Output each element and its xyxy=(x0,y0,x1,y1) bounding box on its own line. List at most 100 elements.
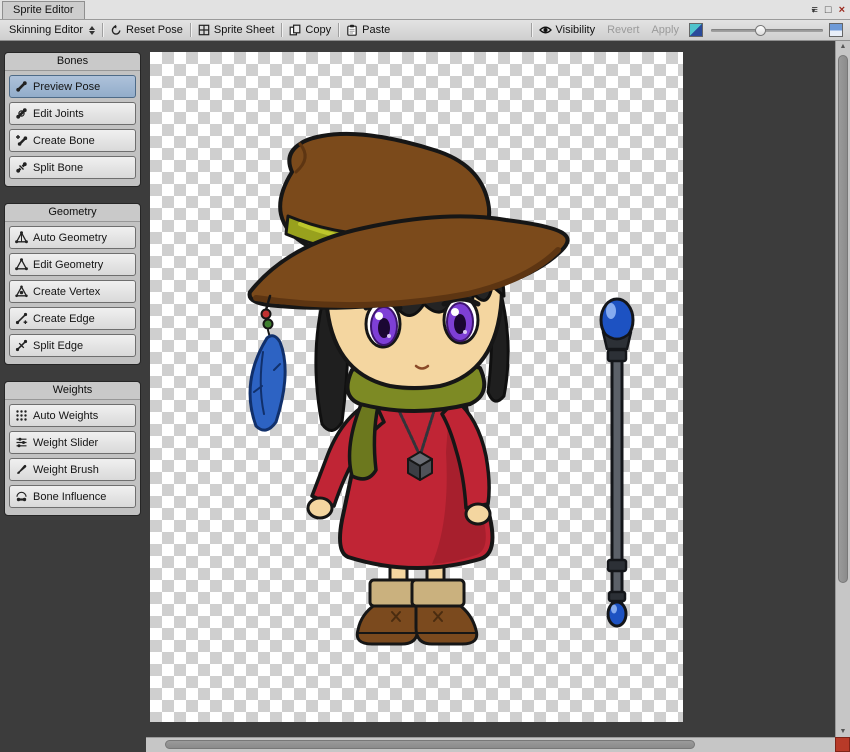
visibility-toggle[interactable]: Visibility xyxy=(533,20,602,40)
character-sprite xyxy=(247,131,635,646)
split-bone-icon xyxy=(15,161,28,174)
toolbar-separator xyxy=(189,23,191,37)
visibility-label: Visibility xyxy=(555,24,596,36)
paste-label: Paste xyxy=(362,24,391,36)
tool-label: Bone Influence xyxy=(33,490,107,503)
sprite-canvas[interactable] xyxy=(150,52,683,722)
dropdown-label: Skinning Editor xyxy=(9,24,83,36)
tool-label: Edit Geometry xyxy=(33,258,104,271)
paste-button[interactable]: Paste xyxy=(340,20,396,40)
weight-slider-icon xyxy=(15,436,28,449)
titlebar: Sprite Editor ▾≡ □ × xyxy=(0,0,850,20)
horizontal-scrollbar[interactable] xyxy=(146,737,835,752)
tool-label: Auto Geometry xyxy=(33,231,107,244)
tool-label: Auto Weights xyxy=(33,409,99,422)
eye-icon xyxy=(538,25,552,35)
channel-swatch[interactable] xyxy=(829,23,843,37)
tool-label: Weight Brush xyxy=(33,463,99,476)
preview-pose-button[interactable]: Preview Pose xyxy=(9,75,136,98)
sprite-sheet-icon xyxy=(198,24,210,36)
character-graphic xyxy=(247,131,570,646)
toolbar-separator xyxy=(102,23,103,37)
edit-geometry-button[interactable]: Edit Geometry xyxy=(9,253,136,276)
preview-pose-icon xyxy=(15,80,28,93)
vertical-scrollbar-thumb[interactable] xyxy=(838,55,848,583)
edit-joints-icon xyxy=(15,107,28,120)
apply-label: Apply xyxy=(651,24,679,36)
skinning-tool-sidebar: Bones Preview Pose Edit Joints Create Bo… xyxy=(0,41,146,737)
toolbar: Skinning Editor Reset Pose Sprite Sheet … xyxy=(0,20,850,41)
pane-menu-icon[interactable]: ▾≡ xyxy=(811,4,817,16)
toolbar-separator xyxy=(338,23,340,37)
bone-influence-icon xyxy=(15,490,28,503)
paste-icon xyxy=(346,24,358,36)
split-edge-button[interactable]: Split Edge xyxy=(9,334,136,357)
revert-label: Revert xyxy=(607,24,640,36)
feather-charm-graphic xyxy=(248,294,287,432)
weight-brush-icon xyxy=(15,463,28,476)
weight-brush-button[interactable]: Weight Brush xyxy=(9,458,136,481)
tool-label: Weight Slider xyxy=(33,436,99,449)
edit-joints-button[interactable]: Edit Joints xyxy=(9,102,136,125)
apply-button[interactable]: Apply xyxy=(645,20,685,40)
tool-label: Create Vertex xyxy=(33,285,101,298)
staff-graphic xyxy=(599,297,635,628)
boots xyxy=(355,578,479,646)
skinning-editor-dropdown[interactable]: Skinning Editor xyxy=(3,20,101,40)
panel-title: Bones xyxy=(5,53,140,71)
maximize-icon[interactable]: □ xyxy=(825,4,832,16)
tool-label: Create Edge xyxy=(33,312,95,325)
create-vertex-icon xyxy=(15,285,28,298)
auto-weights-button[interactable]: Auto Weights xyxy=(9,404,136,427)
toolbar-separator xyxy=(281,23,283,37)
tool-label: Split Bone xyxy=(33,161,84,174)
panel-title: Weights xyxy=(5,382,140,400)
window-controls: ▾≡ □ × xyxy=(811,1,845,18)
close-icon[interactable]: × xyxy=(839,4,845,16)
resize-grip[interactable] xyxy=(835,737,850,752)
tool-label: Create Bone xyxy=(33,134,95,147)
zoom-slider-track[interactable] xyxy=(711,28,823,32)
hat-graphic xyxy=(247,131,570,310)
copy-icon xyxy=(289,24,301,36)
zoom-slider[interactable] xyxy=(711,23,823,38)
create-vertex-button[interactable]: Create Vertex xyxy=(9,280,136,303)
vertical-scrollbar[interactable]: ▲ ▼ xyxy=(835,41,850,737)
split-edge-icon xyxy=(15,339,28,352)
create-bone-icon xyxy=(15,134,28,147)
panel-title: Geometry xyxy=(5,204,140,222)
weight-slider-button[interactable]: Weight Slider xyxy=(9,431,136,454)
edit-geometry-icon xyxy=(15,258,28,271)
weights-panel: Weights Auto Weights Weight Slider Weigh… xyxy=(4,381,141,516)
create-edge-icon xyxy=(15,312,28,325)
menu-icon: ≡ xyxy=(811,3,818,16)
scroll-up-icon[interactable]: ▲ xyxy=(836,43,850,50)
revert-button[interactable]: Revert xyxy=(601,20,645,40)
scroll-down-icon[interactable]: ▼ xyxy=(836,728,850,735)
copy-label: Copy xyxy=(305,24,332,36)
split-bone-button[interactable]: Split Bone xyxy=(9,156,136,179)
zoom-slider-thumb[interactable] xyxy=(755,24,766,36)
tool-label: Edit Joints xyxy=(33,107,84,120)
create-edge-button[interactable]: Create Edge xyxy=(9,307,136,330)
auto-weights-icon xyxy=(15,409,28,422)
sprite-sheet-label: Sprite Sheet xyxy=(213,24,275,36)
reset-pose-label: Reset Pose xyxy=(126,24,183,36)
copy-button[interactable]: Copy xyxy=(283,20,337,40)
rgb-alpha-swatch[interactable] xyxy=(689,23,703,37)
auto-geometry-button[interactable]: Auto Geometry xyxy=(9,226,136,249)
chevron-updown-icon xyxy=(89,25,95,35)
sprite-sheet-button[interactable]: Sprite Sheet xyxy=(192,20,281,40)
bones-panel: Bones Preview Pose Edit Joints Create Bo… xyxy=(4,52,141,187)
bone-influence-button[interactable]: Bone Influence xyxy=(9,485,136,508)
reset-pose-button[interactable]: Reset Pose xyxy=(104,20,189,40)
window-tab[interactable]: Sprite Editor xyxy=(2,1,85,19)
auto-geometry-icon xyxy=(15,231,28,244)
create-bone-button[interactable]: Create Bone xyxy=(9,129,136,152)
geometry-panel: Geometry Auto Geometry Edit Geometry Cre… xyxy=(4,203,141,365)
horizontal-scrollbar-thumb[interactable] xyxy=(165,740,695,749)
tool-label: Split Edge xyxy=(33,339,84,352)
tool-label: Preview Pose xyxy=(33,80,101,93)
reset-pose-icon xyxy=(110,24,122,36)
toolbar-separator xyxy=(530,23,532,37)
